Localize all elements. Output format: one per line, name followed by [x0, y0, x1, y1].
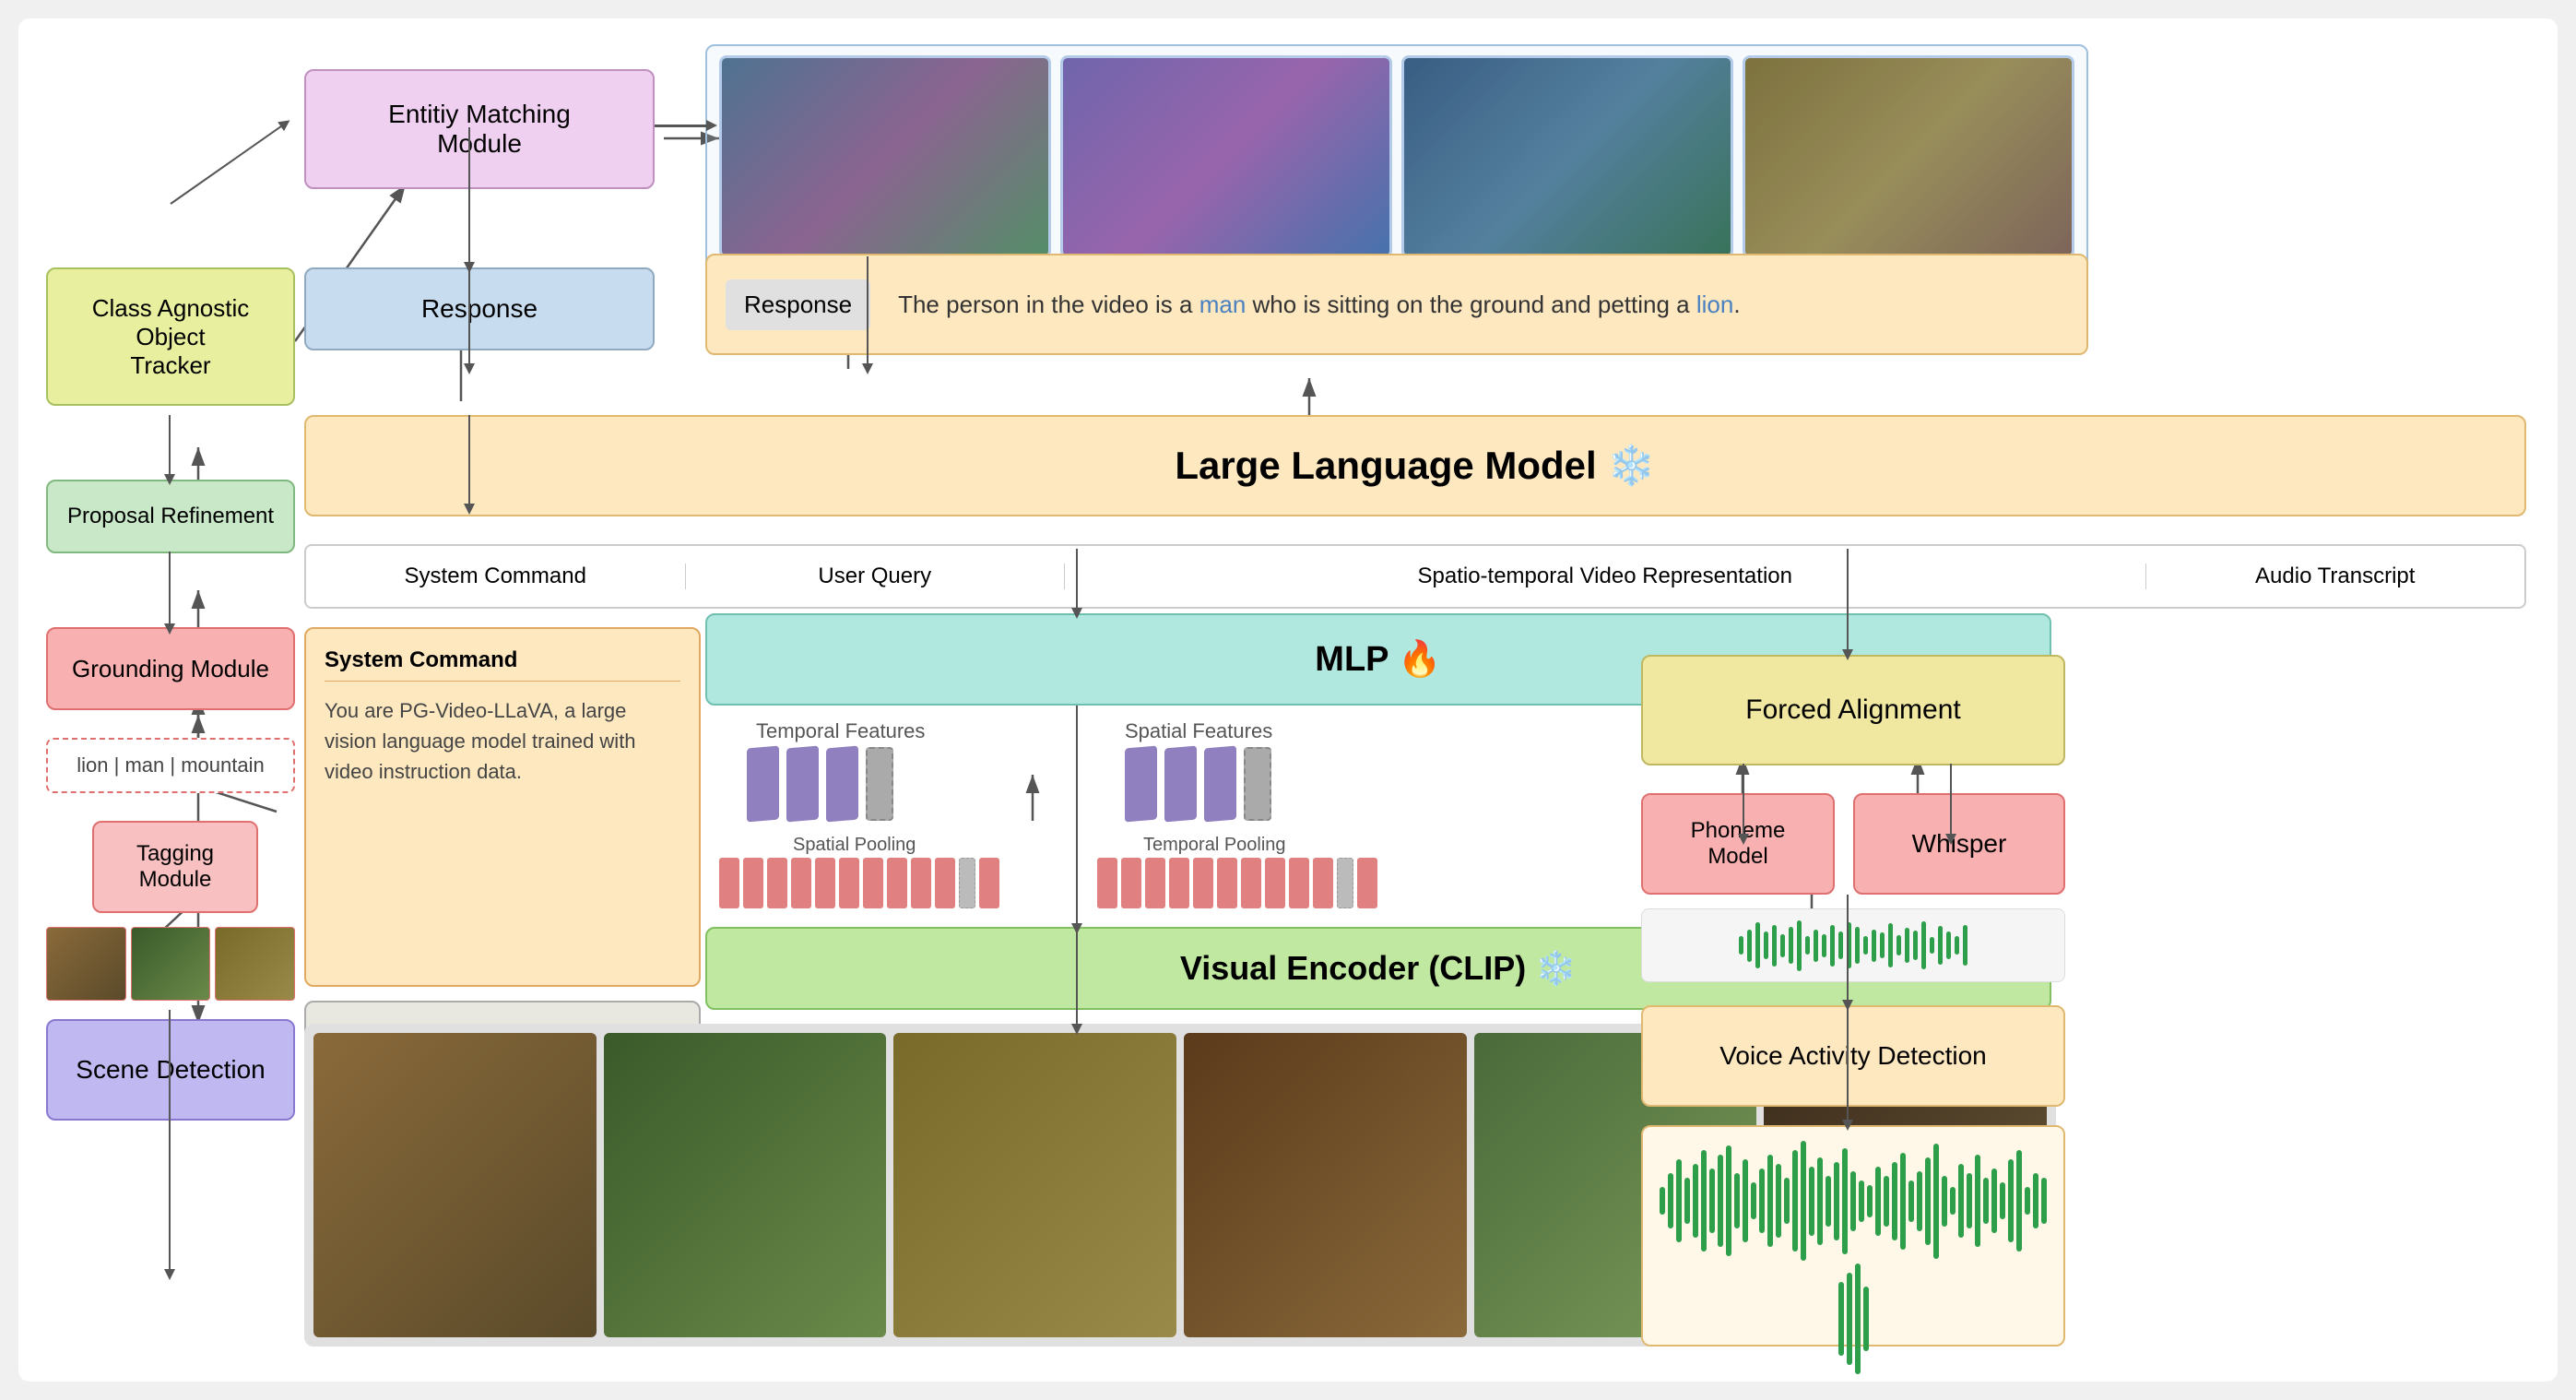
audio-transcript-label: Audio Transcript [2146, 564, 2525, 589]
response-label: Response [726, 279, 870, 330]
spatial-pooling-label: Spatial Pooling [793, 835, 916, 856]
arrow-mlp-llm [1076, 549, 1078, 611]
diagram-container: Entitiy Matching Module Response Respons… [18, 18, 2558, 1382]
video-frame-4 [1184, 1033, 1467, 1337]
small-waveforms [1641, 908, 2065, 982]
arrow-resp-entity [468, 127, 470, 266]
spatial-features [1125, 747, 1271, 821]
user-query-label: User Query [686, 564, 1066, 589]
video-frame-3 [893, 1033, 1176, 1337]
arrow-vf-ve [1076, 926, 1078, 1027]
arrow-entity-seg [655, 125, 710, 127]
arrow-scene-ground [169, 1010, 171, 1273]
proposal-refinement-box: Proposal Refinement [46, 480, 295, 553]
arrow-ve-mlp [1076, 706, 1078, 927]
arrow-ground-proposal [169, 552, 171, 627]
arrow-fa-inputs [1847, 549, 1849, 653]
inputs-row: System Command User Query Spatio-tempora… [304, 544, 2526, 609]
arrow-whisper-fa [1950, 764, 1952, 837]
spatial-pooled-features [719, 858, 999, 908]
system-command-label: System Command [306, 564, 686, 589]
arrow-wave-va [1847, 1003, 1849, 1123]
temporal-features-label: Temporal Features [756, 719, 925, 743]
arrow-proposal-class [169, 415, 171, 478]
grounding-module-box: Grounding Module [46, 627, 295, 710]
scene-detection-box: Scene Detection [46, 1019, 295, 1121]
system-command-box: System Command You are PG-Video-LLaVA, a… [304, 627, 701, 987]
spatio-temporal-label: Spatio-temporal Video Representation [1065, 564, 2146, 589]
arrow-llm-resp [468, 256, 470, 367]
llm-box: Large Language Model ❄️ [304, 415, 2526, 516]
temporal-pooling-label: Temporal Pooling [1143, 835, 1286, 856]
arrow-llm-resp2 [867, 256, 869, 367]
response-text-man: man [1199, 291, 1247, 318]
tagging-thumbnails [46, 927, 295, 1001]
audio-waveform-large [1641, 1125, 2065, 1347]
arrow-resp-llm [468, 415, 470, 507]
arrow-class-entity [170, 124, 284, 205]
voice-activity-box: Voice Activity Detection [1641, 1005, 2065, 1107]
spatial-features-label: Spatial Features [1125, 719, 1272, 743]
entity-matching-box: Entitiy Matching Module [304, 69, 655, 189]
arrow-phoneme-fa [1743, 764, 1744, 837]
temporal-features [747, 747, 893, 821]
response-row: Response The person in the video is a ma… [705, 254, 2088, 355]
tagging-module-box: Tagging Module [92, 821, 258, 913]
response-text-lion: lion [1696, 291, 1733, 318]
response-text-full: The person in the video is a man who is … [870, 291, 2086, 319]
whisper-box: Whisper [1853, 793, 2065, 895]
seg-frames-container [705, 44, 2088, 273]
video-frame-2 [604, 1033, 887, 1337]
video-frame-1 [313, 1033, 597, 1337]
entities-text-box: lion | man | mountain [46, 738, 295, 793]
forced-alignment-box: Forced Alignment [1641, 655, 2065, 765]
system-command-box-title: System Command [325, 647, 680, 682]
temporal-pooled-features [1097, 858, 1377, 908]
arrow-va-pw [1847, 895, 1849, 1003]
class-agnostic-box: Class Agnostic Object Tracker [46, 267, 295, 406]
response-left-box: Response [304, 267, 655, 350]
system-command-box-body: You are PG-Video-LLaVA, a large vision l… [325, 695, 680, 787]
